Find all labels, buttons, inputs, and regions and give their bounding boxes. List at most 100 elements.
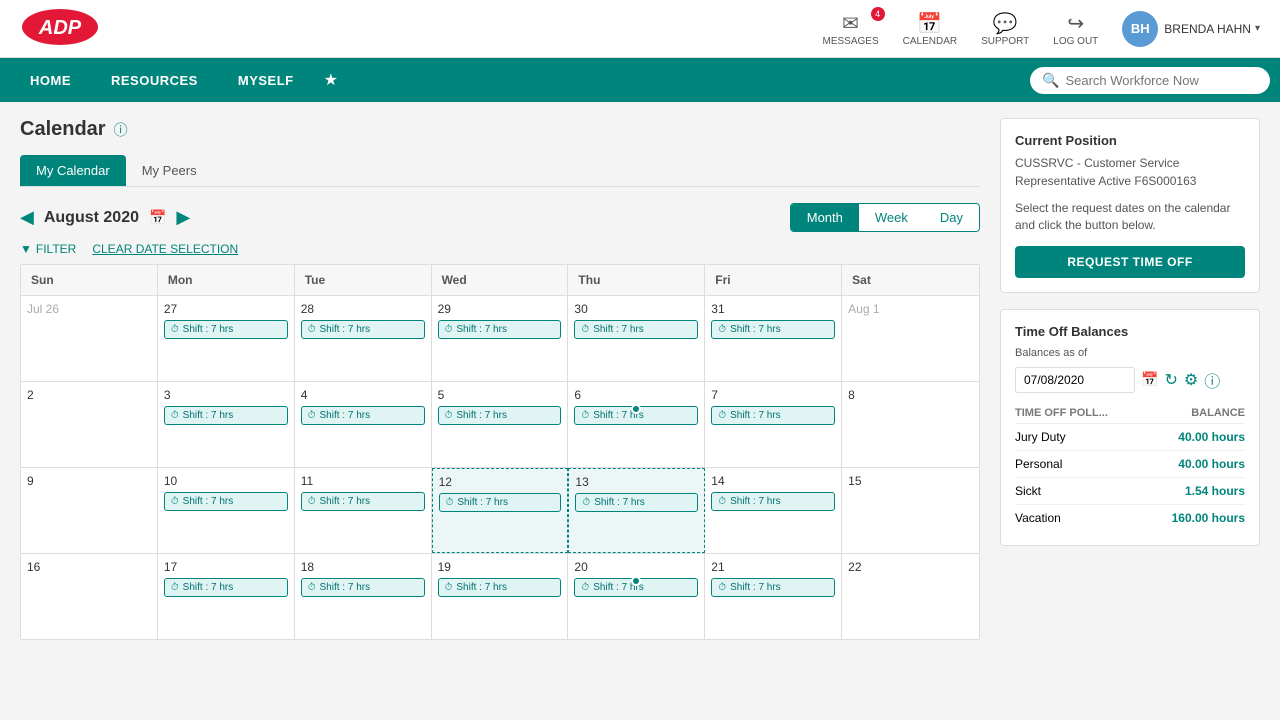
- calendar-navigation: ◀ August 2020 📅 ▶: [20, 207, 190, 228]
- shift-label: Shift : 7 hrs: [730, 496, 781, 507]
- calendar-cell[interactable]: 21⏱Shift : 7 hrs: [705, 554, 842, 639]
- calendar-cell[interactable]: 17⏱Shift : 7 hrs: [158, 554, 295, 639]
- shift-badge[interactable]: ⏱Shift : 7 hrs: [301, 406, 425, 425]
- calendar-cell[interactable]: 20⏱Shift : 7 hrs: [568, 554, 705, 639]
- refresh-icon[interactable]: ↻: [1164, 370, 1177, 390]
- calendar-cell[interactable]: 7⏱Shift : 7 hrs: [705, 382, 842, 467]
- calendar-cell[interactable]: 8: [842, 382, 979, 467]
- shift-badge[interactable]: ⏱Shift : 7 hrs: [164, 320, 288, 339]
- shift-label: Shift : 7 hrs: [730, 410, 781, 421]
- calendar-section: Calendar ⓘ My Calendar My Peers ◀ August…: [20, 118, 980, 704]
- nav-favorites-star[interactable]: ★: [314, 70, 348, 90]
- clock-icon: ⏱: [308, 582, 316, 593]
- help-balance-icon[interactable]: ⓘ: [1204, 368, 1220, 392]
- logout-nav-icon[interactable]: ↪ LOG OUT: [1053, 11, 1098, 47]
- shift-badge[interactable]: ⏱Shift : 7 hrs: [438, 406, 562, 425]
- table-row: Personal40.00 hours: [1015, 450, 1245, 477]
- balances-date-input[interactable]: [1015, 367, 1135, 393]
- calendar-cell[interactable]: 22: [842, 554, 979, 639]
- calendar-cell[interactable]: 16: [21, 554, 158, 639]
- nav-home[interactable]: HOME: [10, 58, 91, 102]
- cell-date-label: 30: [574, 302, 698, 316]
- shift-badge[interactable]: ⏱Shift : 7 hrs: [301, 320, 425, 339]
- calendar-cell[interactable]: 12 ⏱Shift : 7 hrs: [432, 468, 569, 553]
- calendar-body: Jul 2627⏱Shift : 7 hrs28⏱Shift : 7 hrs29…: [21, 296, 979, 639]
- calendar-cell[interactable]: 31⏱Shift : 7 hrs: [705, 296, 842, 381]
- filter-button[interactable]: ▼ FILTER: [20, 242, 76, 256]
- tab-my-calendar[interactable]: My Calendar: [20, 155, 126, 186]
- calendar-cell[interactable]: 13⏱Shift : 7 hrs: [568, 468, 705, 553]
- search-input[interactable]: [1065, 73, 1255, 88]
- calendar-cell[interactable]: 28⏱Shift : 7 hrs: [295, 296, 432, 381]
- calendar-cell[interactable]: 4⏱Shift : 7 hrs: [295, 382, 432, 467]
- clock-icon: ⏱: [581, 410, 589, 421]
- calendar-cell[interactable]: 27⏱Shift : 7 hrs: [158, 296, 295, 381]
- col-balance: BALANCE: [1143, 403, 1245, 424]
- calendar-cell[interactable]: 6⏱Shift : 7 hrs: [568, 382, 705, 467]
- nav-resources[interactable]: RESOURCES: [91, 58, 218, 102]
- shift-badge[interactable]: ⏱Shift : 7 hrs: [574, 320, 698, 339]
- clock-icon: ⏱: [445, 324, 453, 335]
- support-nav-icon[interactable]: 💬 SUPPORT: [981, 11, 1029, 47]
- calendar-cell[interactable]: 30 ⏱Shift : 7 hrs: [568, 296, 705, 381]
- shift-badge[interactable]: ⏱Shift : 7 hrs: [301, 492, 425, 511]
- shift-badge[interactable]: ⏱Shift : 7 hrs: [711, 320, 835, 339]
- shift-badge[interactable]: ⏱Shift : 7 hrs: [164, 406, 288, 425]
- calendar-cell[interactable]: 10⏱Shift : 7 hrs: [158, 468, 295, 553]
- settings-icon[interactable]: ⚙: [1184, 370, 1198, 390]
- nav-myself[interactable]: MYSELF: [218, 58, 314, 102]
- messages-nav-icon[interactable]: ✉ 4 MESSAGES: [822, 11, 878, 47]
- shift-badge[interactable]: ⏱Shift : 7 hrs: [438, 320, 562, 339]
- shift-badge[interactable]: ⏱Shift : 7 hrs: [711, 578, 835, 597]
- calendar-grid: Sun Mon Tue Wed Thu Fri Sat Jul 2627⏱Shi…: [20, 264, 980, 640]
- shift-badge[interactable]: ⏱Shift : 7 hrs: [439, 493, 562, 512]
- time-off-type: Sickt: [1015, 477, 1143, 504]
- tab-my-peers[interactable]: My Peers: [126, 155, 213, 186]
- shift-badge[interactable]: ⏱Shift : 7 hrs: [438, 578, 562, 597]
- calendar-cell[interactable]: Jul 26: [21, 296, 158, 381]
- shift-badge[interactable]: ⏱Shift : 7 hrs: [164, 578, 288, 597]
- calendar-cell[interactable]: 5⏱Shift : 7 hrs: [432, 382, 569, 467]
- page-title-area: Calendar ⓘ: [20, 118, 980, 141]
- header-sat: Sat: [842, 265, 979, 296]
- shift-badge[interactable]: ⏱Shift : 7 hrs: [711, 492, 835, 511]
- clock-icon: ⏱: [171, 410, 179, 421]
- prev-month-button[interactable]: ◀: [20, 207, 34, 228]
- shift-badge[interactable]: ⏱Shift : 7 hrs: [575, 493, 698, 512]
- shift-badge[interactable]: ⏱Shift : 7 hrs: [164, 492, 288, 511]
- calendar-nav-icon[interactable]: 📅 CALENDAR: [903, 11, 957, 47]
- cell-date-label: 12: [439, 475, 562, 489]
- shift-label: Shift : 7 hrs: [457, 497, 508, 508]
- calendar-cell[interactable]: 11⏱Shift : 7 hrs: [295, 468, 432, 553]
- shift-label: Shift : 7 hrs: [730, 324, 781, 335]
- calendar-cell[interactable]: 14⏱Shift : 7 hrs: [705, 468, 842, 553]
- calendar-cell[interactable]: 15: [842, 468, 979, 553]
- search-box: 🔍: [1030, 67, 1270, 94]
- support-label: SUPPORT: [981, 36, 1029, 47]
- calendar-cell[interactable]: 19⏱Shift : 7 hrs: [432, 554, 569, 639]
- adp-logo[interactable]: ADP: [20, 7, 100, 50]
- calendar-cell[interactable]: 2: [21, 382, 158, 467]
- calendar-cell[interactable]: 3⏱Shift : 7 hrs: [158, 382, 295, 467]
- shift-badge[interactable]: ⏱Shift : 7 hrs: [301, 578, 425, 597]
- user-profile[interactable]: BH BRENDA HAHN ▾: [1122, 11, 1260, 47]
- month-view-button[interactable]: Month: [791, 204, 859, 231]
- balances-as-of-label: Balances as of: [1015, 347, 1245, 359]
- calendar-cell[interactable]: 29⏱Shift : 7 hrs: [432, 296, 569, 381]
- calendar-cell[interactable]: 9: [21, 468, 158, 553]
- messages-label: MESSAGES: [822, 36, 878, 47]
- calendar-cell[interactable]: 18⏱Shift : 7 hrs: [295, 554, 432, 639]
- clock-icon: ⏱: [308, 410, 316, 421]
- calendar-picker-icon[interactable]: 📅: [149, 209, 166, 226]
- help-icon[interactable]: ⓘ: [114, 120, 128, 140]
- clock-icon: ⏱: [446, 497, 454, 508]
- week-view-button[interactable]: Week: [859, 204, 924, 231]
- calendar-cell[interactable]: Aug 1: [842, 296, 979, 381]
- shift-badge[interactable]: ⏱Shift : 7 hrs: [711, 406, 835, 425]
- clear-date-button[interactable]: CLEAR DATE SELECTION: [92, 242, 238, 256]
- header-thu: Thu: [568, 265, 705, 296]
- next-month-button[interactable]: ▶: [176, 207, 190, 228]
- date-picker-icon[interactable]: 📅: [1141, 371, 1158, 388]
- request-time-off-button[interactable]: REQUEST TIME OFF: [1015, 246, 1245, 278]
- day-view-button[interactable]: Day: [924, 204, 979, 231]
